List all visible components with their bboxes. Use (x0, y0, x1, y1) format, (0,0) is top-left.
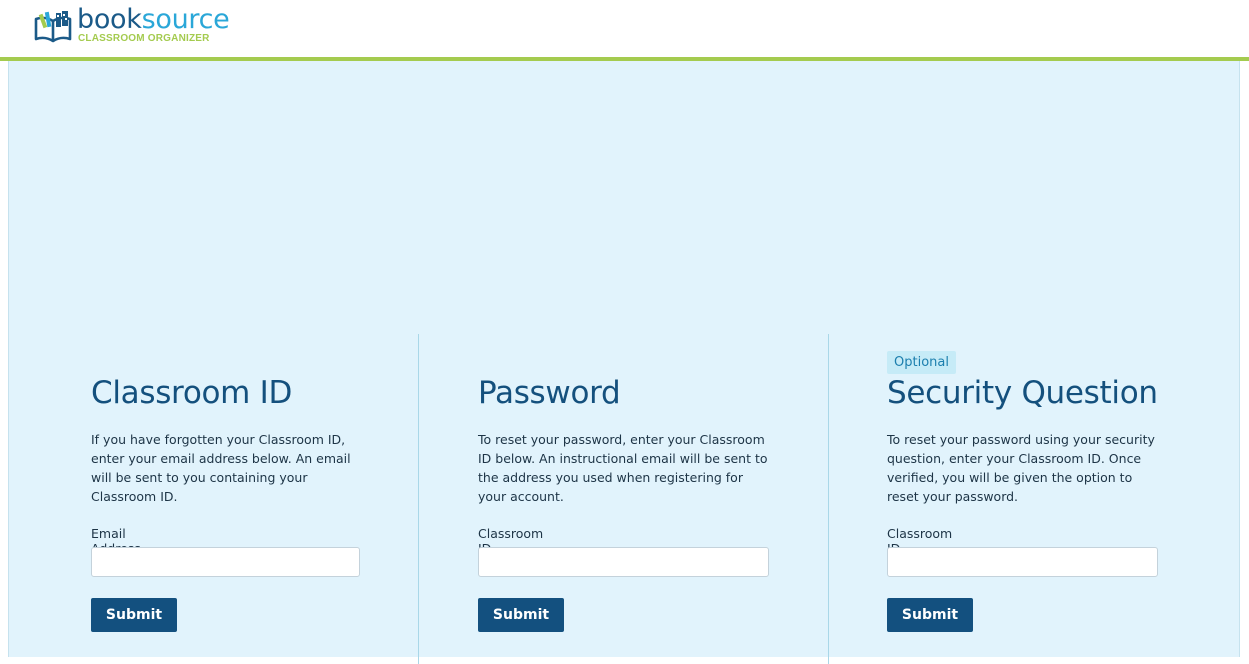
site-header: booksource CLASSROOM ORGANIZER (0, 0, 1249, 57)
logo-wordmark: booksource (77, 4, 230, 36)
column-title: Classroom ID (91, 375, 293, 411)
recovery-panel: Classroom ID If you have forgotten your … (8, 61, 1240, 664)
column-description: To reset your password, enter your Class… (478, 432, 768, 504)
column-description: To reset your password using your securi… (887, 432, 1155, 504)
optional-badge: Optional (887, 351, 956, 374)
submit-button[interactable]: Submit (478, 598, 564, 632)
column-title: Security Question (887, 375, 1158, 411)
submit-button[interactable]: Submit (91, 598, 177, 632)
email-address-input[interactable] (91, 547, 360, 577)
column-divider (828, 334, 829, 664)
classroom-id-input[interactable] (478, 547, 769, 577)
open-book-icon (34, 11, 72, 43)
submit-button[interactable]: Submit (887, 598, 973, 632)
classroom-id-input[interactable] (887, 547, 1158, 577)
column-divider (418, 334, 419, 664)
logo-tagline: CLASSROOM ORGANIZER (78, 33, 210, 44)
logo-word-source: source (141, 4, 230, 35)
column-description: If you have forgotten your Classroom ID,… (91, 432, 351, 504)
column-title: Password (478, 375, 621, 411)
logo-word-book: book (77, 4, 142, 35)
